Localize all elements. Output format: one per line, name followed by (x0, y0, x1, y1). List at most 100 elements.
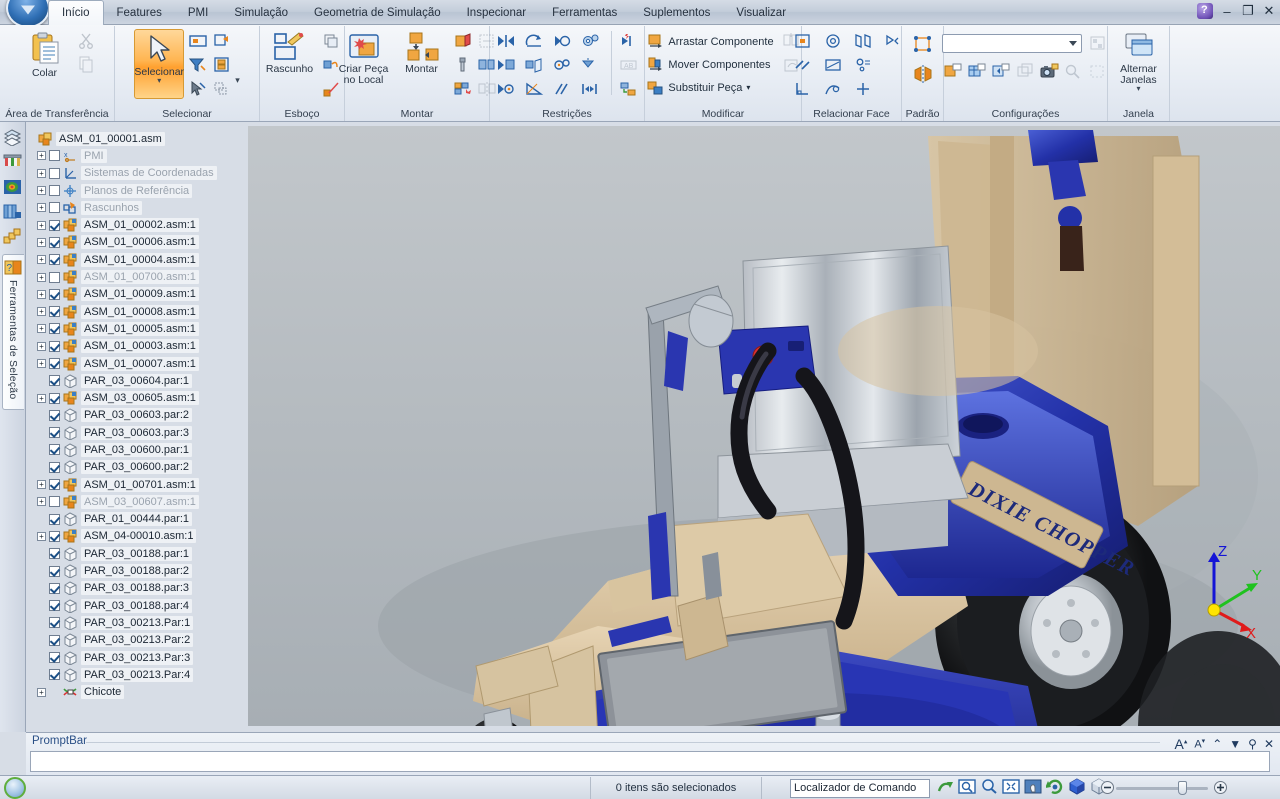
status-orb-icon[interactable] (4, 777, 26, 799)
select-similar-button[interactable] (210, 29, 233, 52)
tree-item[interactable]: +ASM_04-00010.asm:1 (26, 528, 248, 545)
tree-item-checkbox[interactable] (49, 444, 60, 455)
select-filter-button[interactable] (186, 53, 209, 76)
tree-item-checkbox[interactable] (49, 635, 60, 646)
zoom-area-button[interactable] (958, 778, 976, 798)
create-part-in-place-button[interactable]: Criar Peça no Local (336, 29, 392, 86)
tree-expand-toggle[interactable]: + (37, 324, 46, 333)
tree-expand-toggle[interactable]: + (37, 497, 46, 506)
assembly-relationships-button[interactable] (617, 77, 640, 100)
select-dropdown-arrow[interactable]: ▾ (157, 78, 161, 84)
tab-ferramentas[interactable]: Ferramentas (539, 2, 630, 25)
tree-expand-toggle[interactable]: + (37, 480, 46, 489)
face-coplanar-button[interactable] (822, 53, 845, 76)
tree-expand-toggle[interactable]: + (37, 307, 46, 316)
capture-fit-button[interactable] (452, 29, 475, 52)
connect-button[interactable] (495, 77, 518, 100)
face-connect-button[interactable] (852, 77, 875, 100)
tree-expand-toggle[interactable]: + (37, 273, 46, 282)
mirror-button[interactable] (911, 62, 934, 85)
collapse-up-icon[interactable]: ⌃ (1212, 737, 1222, 751)
tree-item-checkbox[interactable] (49, 254, 60, 265)
face-coincident-button[interactable] (792, 29, 815, 52)
fit-button[interactable] (1002, 778, 1020, 798)
tree-item-checkbox[interactable] (49, 462, 60, 473)
face-concentric-button[interactable] (822, 29, 845, 52)
config-table-button[interactable] (966, 60, 989, 83)
minimize-button[interactable]: – (1220, 4, 1234, 19)
tree-expand-toggle[interactable]: + (37, 290, 46, 299)
tree-expand-toggle[interactable]: + (37, 221, 46, 230)
tree-item[interactable]: +ASM_01_00003.asm:1 (26, 338, 248, 355)
sketch-button[interactable]: Rascunho (262, 29, 318, 75)
tree-item[interactable]: +Rascunhos (26, 199, 248, 216)
zoom-button[interactable] (980, 778, 998, 798)
tree-item[interactable]: PAR_03_00188.par:2 (26, 562, 248, 579)
select-list-button[interactable] (210, 77, 233, 100)
insert-button[interactable] (523, 53, 546, 76)
ground-button[interactable] (579, 53, 602, 76)
tree-item-checkbox[interactable] (49, 427, 60, 438)
pin-icon[interactable]: ⚲ (1248, 737, 1257, 751)
collapse-down-icon[interactable]: ▼ (1229, 737, 1241, 751)
sensors-button[interactable] (3, 177, 23, 197)
help-icon[interactable] (1197, 3, 1213, 19)
select-tools-tab[interactable]: ? Ferramentas de Seleção (2, 254, 24, 410)
tree-item[interactable]: PAR_03_00188.par:1 (26, 545, 248, 562)
layers-button[interactable] (3, 152, 23, 172)
tree-item-checkbox[interactable] (49, 393, 60, 404)
tab-visualizar[interactable]: Visualizar (723, 2, 799, 25)
zoom-out-button[interactable] (1100, 780, 1115, 798)
tree-item[interactable]: +xPMI (26, 147, 248, 164)
select-more-arrow[interactable]: ▾ (235, 75, 240, 86)
family-button[interactable] (3, 227, 23, 247)
cam-button[interactable] (551, 53, 574, 76)
tab-inspecionar[interactable]: Inspecionar (454, 2, 539, 25)
decrease-font-icon[interactable]: A▾ (1194, 737, 1205, 751)
tree-item[interactable]: +ASM_03_00607.asm:1 (26, 493, 248, 510)
tree-expand-toggle[interactable]: + (37, 203, 46, 212)
config-search-button[interactable] (1062, 60, 1085, 83)
config-new-button[interactable] (942, 60, 965, 83)
tree-expand-toggle[interactable]: + (37, 394, 46, 403)
tree-item-checkbox[interactable] (49, 289, 60, 300)
tree-item-checkbox[interactable] (49, 600, 60, 611)
zoom-slider[interactable] (1112, 779, 1212, 797)
rotate-view-button[interactable] (1046, 778, 1064, 798)
library-button[interactable] (3, 202, 23, 222)
tree-item[interactable]: +ASM_01_00005.asm:1 (26, 320, 248, 337)
angle-button[interactable] (523, 77, 546, 100)
tree-item[interactable]: +ASM_01_00701.asm:1 (26, 476, 248, 493)
pan-button[interactable] (1024, 778, 1042, 798)
tree-expand-toggle[interactable]: + (37, 342, 46, 351)
tree-item-checkbox[interactable] (49, 617, 60, 628)
face-perpendicular-button[interactable] (792, 77, 815, 100)
tree-item[interactable]: +ASM_01_00007.asm:1 (26, 355, 248, 372)
tree-item-checkbox[interactable] (49, 202, 60, 213)
pathfinder-button[interactable] (3, 127, 23, 147)
rectangular-pattern-button[interactable] (911, 32, 934, 55)
restore-button[interactable]: ❐ (1241, 3, 1255, 19)
tree-expand-toggle[interactable]: + (37, 255, 46, 264)
tree-item[interactable]: +ASM_01_00002.asm:1 (26, 216, 248, 233)
tree-item-checkbox[interactable] (49, 669, 60, 680)
tree-item-checkbox[interactable] (49, 410, 60, 421)
gear-relation-button[interactable] (579, 29, 602, 52)
switch-windows-dropdown-arrow[interactable]: ▾ (1136, 86, 1140, 92)
axial-align-button[interactable] (523, 29, 546, 52)
tree-item[interactable]: +ASM_01_00006.asm:1 (26, 234, 248, 251)
tree-item[interactable]: PAR_03_00213.Par:3 (26, 649, 248, 666)
pattern-part-button[interactable] (452, 77, 475, 100)
tree-expand-toggle[interactable]: + (37, 169, 46, 178)
tree-item[interactable]: +Planos de Referência (26, 182, 248, 199)
drag-component-button[interactable]: Arrastar Componente (643, 31, 777, 52)
mate-button[interactable] (495, 29, 518, 52)
prompt-input[interactable] (30, 751, 1270, 772)
assemble-button[interactable]: Montar (394, 29, 450, 75)
tree-item[interactable]: PAR_03_00213.Par:1 (26, 614, 248, 631)
tree-item[interactable]: PAR_03_00188.par:3 (26, 580, 248, 597)
replace-part-dropdown-arrow[interactable]: ▾ (746, 83, 750, 92)
tab-inicio[interactable]: Início (48, 0, 104, 25)
tree-root-item[interactable]: ASM_01_00001.asm (26, 130, 248, 147)
tree-item[interactable]: PAR_03_00213.Par:4 (26, 666, 248, 683)
